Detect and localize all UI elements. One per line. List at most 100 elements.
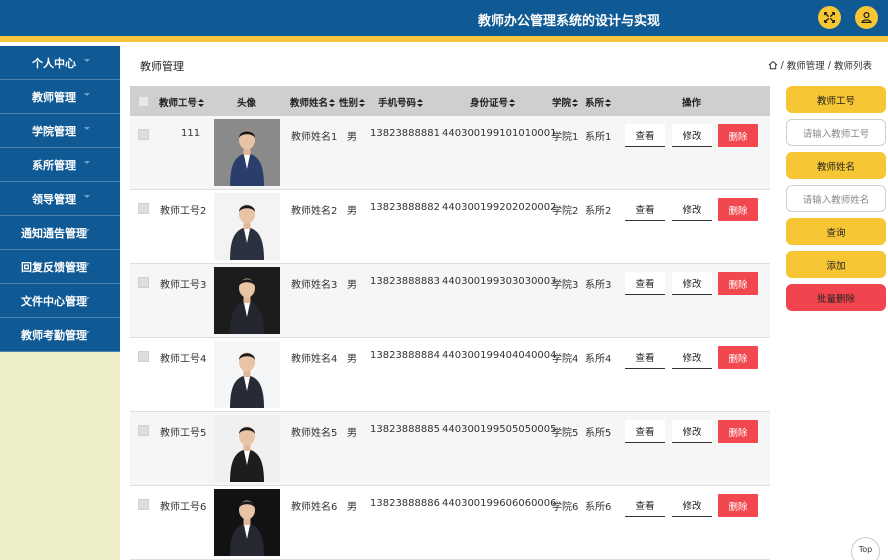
col-header-college[interactable]: 学院 xyxy=(552,95,579,109)
teacher-dept: 系所4 xyxy=(585,354,612,365)
row-checkbox[interactable] xyxy=(138,129,149,140)
teacher-name-label: 教师姓名 xyxy=(786,152,886,179)
chevron-down-icon xyxy=(84,127,90,130)
sidebar: 个人中心 教师管理 学院管理 系所管理 领导管理 通知通告管理 回复反馈管理 文… xyxy=(0,46,120,560)
teacher-id: 教师工号4 xyxy=(160,354,207,365)
chevron-down-icon xyxy=(84,263,90,266)
sidebar-item-colleges[interactable]: 学院管理 xyxy=(0,114,120,148)
edit-button[interactable]: 修改 xyxy=(672,346,712,369)
back-to-top-button[interactable]: Top xyxy=(851,537,880,560)
delete-button[interactable]: 删除 xyxy=(718,124,758,147)
view-button[interactable]: 查看 xyxy=(625,198,665,221)
table-row: 教师工号3 教师姓名3 男 13823888883 44030019930303… xyxy=(130,264,770,338)
batch-delete-button[interactable]: 批量删除 xyxy=(786,284,886,311)
teacher-avatar xyxy=(214,341,280,408)
view-button[interactable]: 查看 xyxy=(625,420,665,443)
teacher-id: 教师工号6 xyxy=(160,502,207,513)
teacher-idcard: 440300199101010001 xyxy=(442,128,557,139)
teacher-id: 教师工号3 xyxy=(160,280,207,291)
sidebar-item-label: 回复反馈管理 xyxy=(21,260,87,274)
delete-button[interactable]: 删除 xyxy=(718,272,758,295)
query-button[interactable]: 查询 xyxy=(786,218,886,245)
teacher-idcard: 440300199303030003 xyxy=(442,276,557,287)
view-button[interactable]: 查看 xyxy=(625,124,665,147)
delete-button[interactable]: 删除 xyxy=(718,346,758,369)
col-header-id[interactable]: 教师工号 xyxy=(159,95,205,109)
teacher-name: 教师姓名6 xyxy=(291,502,338,513)
edit-button[interactable]: 修改 xyxy=(672,494,712,517)
teacher-name: 教师姓名3 xyxy=(291,280,338,291)
table-row: 教师工号6 教师姓名6 男 13823888886 44030019960606… xyxy=(130,486,770,560)
teacher-gender: 男 xyxy=(347,132,357,143)
sidebar-item-departments[interactable]: 系所管理 xyxy=(0,148,120,182)
view-button[interactable]: 查看 xyxy=(625,346,665,369)
teacher-id-input[interactable]: 请输入教师工号 xyxy=(786,119,886,146)
sidebar-item-teachers[interactable]: 教师管理 xyxy=(0,80,120,114)
teacher-phone: 13823888881 xyxy=(370,128,440,139)
search-panel: 教师工号 请输入教师工号 教师姓名 请输入教师姓名 查询 添加 批量删除 xyxy=(786,86,886,317)
page-header: 教师管理 / 教师管理 / 教师列表 xyxy=(120,46,888,82)
view-button[interactable]: 查看 xyxy=(625,272,665,295)
row-checkbox[interactable] xyxy=(138,277,149,288)
col-header-phone[interactable]: 手机号码 xyxy=(378,95,424,109)
select-all-checkbox[interactable] xyxy=(138,96,149,107)
chevron-down-icon xyxy=(84,229,90,232)
breadcrumb-item[interactable]: 教师管理 xyxy=(787,58,825,72)
home-icon[interactable] xyxy=(768,60,778,70)
edit-button[interactable]: 修改 xyxy=(672,198,712,221)
col-header-name[interactable]: 教师姓名 xyxy=(290,95,336,109)
teacher-dept: 系所1 xyxy=(585,132,612,143)
delete-button[interactable]: 删除 xyxy=(718,198,758,221)
sort-icon[interactable] xyxy=(198,99,205,107)
sidebar-item-label: 通知通告管理 xyxy=(21,226,87,240)
chevron-down-icon xyxy=(84,161,90,164)
chevron-down-icon xyxy=(84,59,90,62)
chevron-down-icon xyxy=(84,297,90,300)
teacher-college: 学院6 xyxy=(552,502,579,513)
app-title: 教师办公管理系统的设计与实现 xyxy=(478,14,661,29)
sidebar-item-feedback[interactable]: 回复反馈管理 xyxy=(0,250,120,284)
delete-button[interactable]: 删除 xyxy=(718,494,758,517)
add-button[interactable]: 添加 xyxy=(786,251,886,278)
view-button[interactable]: 查看 xyxy=(625,494,665,517)
sort-icon[interactable] xyxy=(605,99,612,107)
col-header-gender[interactable]: 性别 xyxy=(339,95,366,109)
teacher-idcard: 440300199505050005 xyxy=(442,424,557,435)
teacher-gender: 男 xyxy=(347,280,357,291)
sort-icon[interactable] xyxy=(359,99,366,107)
sort-icon[interactable] xyxy=(329,99,336,107)
top-bar: 教师办公管理系统的设计与实现 xyxy=(0,0,888,36)
sidebar-item-label: 个人中心 xyxy=(32,56,76,70)
sort-icon[interactable] xyxy=(509,99,516,107)
sidebar-item-files[interactable]: 文件中心管理 xyxy=(0,284,120,318)
sidebar-item-label: 系所管理 xyxy=(32,158,76,172)
teacher-name-input[interactable]: 请输入教师姓名 xyxy=(786,185,886,212)
table-row: 教师工号2 教师姓名2 男 13823888882 44030019920202… xyxy=(130,190,770,264)
teacher-avatar xyxy=(214,119,280,186)
table-row: 教师工号5 教师姓名5 男 13823888885 44030019950505… xyxy=(130,412,770,486)
col-header-idcard[interactable]: 身份证号 xyxy=(470,95,516,109)
col-header-dept[interactable]: 系所 xyxy=(585,95,612,109)
sort-icon[interactable] xyxy=(572,99,579,107)
sidebar-item-attendance[interactable]: 教师考勤管理 xyxy=(0,318,120,352)
row-checkbox[interactable] xyxy=(138,203,149,214)
teacher-dept: 系所6 xyxy=(585,502,612,513)
user-icon[interactable] xyxy=(855,6,878,29)
teacher-avatar xyxy=(214,193,280,260)
edit-button[interactable]: 修改 xyxy=(672,272,712,295)
teacher-gender: 男 xyxy=(347,502,357,513)
row-checkbox[interactable] xyxy=(138,499,149,510)
delete-button[interactable]: 删除 xyxy=(718,420,758,443)
row-checkbox[interactable] xyxy=(138,351,149,362)
edit-button[interactable]: 修改 xyxy=(672,124,712,147)
row-checkbox[interactable] xyxy=(138,425,149,436)
sidebar-item-personal-center[interactable]: 个人中心 xyxy=(0,46,120,80)
edit-button[interactable]: 修改 xyxy=(672,420,712,443)
sidebar-item-notices[interactable]: 通知通告管理 xyxy=(0,216,120,250)
page-title: 教师管理 xyxy=(140,60,184,73)
teacher-name: 教师姓名4 xyxy=(291,354,338,365)
fullscreen-icon[interactable] xyxy=(818,6,841,29)
sort-icon[interactable] xyxy=(417,99,424,107)
teacher-id: 111 xyxy=(181,128,201,139)
sidebar-item-leaders[interactable]: 领导管理 xyxy=(0,182,120,216)
